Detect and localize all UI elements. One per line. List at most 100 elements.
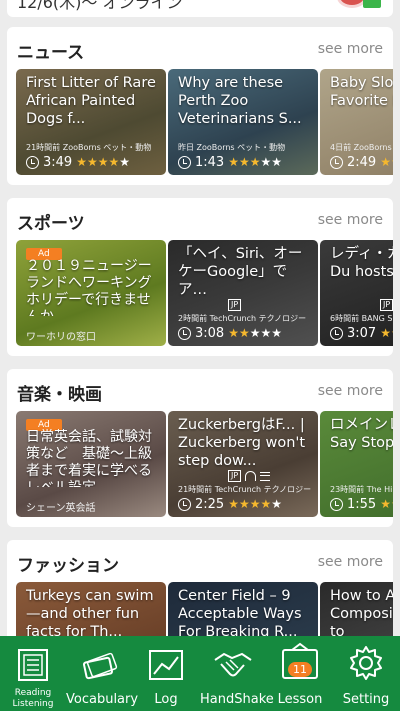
jp-translation-badge: JP xyxy=(228,299,242,311)
star-filled-icon: ★ xyxy=(380,497,391,511)
tab-label: Reading Listening xyxy=(12,688,54,709)
star-filled-icon: ★ xyxy=(391,326,393,340)
card-title: ZuckerbergはF... | Zuckerberg won't step … xyxy=(178,417,306,469)
category-section: 音楽・映画 see more Ad 日常英会話、試験対策など 基礎〜上級者まで着実に学… xyxy=(7,369,393,527)
tab-reading-listening[interactable]: Reading Listening xyxy=(0,636,66,711)
bottom-tab-bar: Reading Listening Vocabulary Log HandSha… xyxy=(0,636,400,711)
feature-badges: JP xyxy=(228,299,242,311)
jp-translation-badge: JP xyxy=(380,299,393,311)
star-rating: ★★★★★ xyxy=(380,497,393,511)
duration: 2:49 xyxy=(347,154,377,170)
section-title: ニュース xyxy=(17,43,85,63)
card-title: Center Field – 9 Acceptable Ways For Bre… xyxy=(178,588,302,640)
tab-label: Lesson xyxy=(277,692,323,707)
star-filled-icon: ★ xyxy=(228,497,239,511)
card-stats: 3:07★★★★★ xyxy=(330,325,393,341)
tab-vocabulary[interactable]: Vocabulary xyxy=(66,636,139,711)
clock-icon xyxy=(178,155,191,169)
clock-icon xyxy=(330,326,343,340)
star-empty-icon: ★ xyxy=(271,326,283,340)
article-card[interactable]: Turkeys can swim—and other fun facts for… xyxy=(16,582,166,642)
star-filled-icon: ★ xyxy=(249,155,261,169)
star-filled-icon: ★ xyxy=(228,155,239,169)
card-title: 日常英会話、試験対策など 基礎〜上級者まで着実に学べるレベル設定 xyxy=(26,429,152,487)
ad-card[interactable]: Ad２０１９ニュージーランドへワーキングホリデーで行きませんかワーホリの窓口 xyxy=(16,240,166,346)
card-stats: 1:43 ★★★★★ xyxy=(178,154,282,170)
tab-label: Vocabulary xyxy=(66,692,139,707)
tab-handshake[interactable]: HandShake xyxy=(200,636,274,711)
card-title: Why are these Perth Zoo Veterinarians S.… xyxy=(178,75,302,127)
section-title: ファッション xyxy=(17,556,119,576)
star-filled-icon: ★ xyxy=(391,497,393,511)
previous-section-card: 12/6(木)〜 オンライン xyxy=(7,0,393,17)
card-meta: 昨日 ZooBorns ペット・動物 xyxy=(178,143,286,152)
card-title: How to Ap Composit Theory to xyxy=(330,588,393,640)
star-rating: ★★★★★ xyxy=(228,497,282,511)
category-section: スポーツ see more Ad ２０１９ニュージーランドへワーキングホリデーで行きま… xyxy=(7,198,393,356)
transcript-icon xyxy=(260,471,271,481)
card-meta: 6時間前 BANG Showbiz xyxy=(330,314,393,323)
book-icon xyxy=(18,649,48,681)
tab-label: HandShake xyxy=(200,692,274,707)
article-card[interactable]: Baby Sloth Favorite E... 4日前 ZooBorns 2:49… xyxy=(320,69,393,175)
see-more-link[interactable]: see more xyxy=(318,383,383,399)
tab-label: Setting xyxy=(342,692,390,707)
star-empty-icon: ★ xyxy=(271,497,283,511)
tab-log[interactable]: Log xyxy=(133,636,199,711)
clock-icon xyxy=(178,497,191,511)
star-empty-icon: ★ xyxy=(271,155,283,169)
article-card[interactable]: First Litter of Rare African Painted Dog… xyxy=(16,69,166,175)
card-title: レディ・ガガ、Lena Du hosts pod xyxy=(330,246,393,280)
tab-lesson[interactable]: 11 Lesson xyxy=(267,636,333,711)
duration: 2:25 xyxy=(195,496,225,512)
clock-icon xyxy=(178,326,191,340)
card-meta: 21時間前 ZooBorns ペット・動物 xyxy=(26,143,152,152)
star-filled-icon: ★ xyxy=(260,497,272,511)
article-card[interactable]: How to Ap Composit Theory to xyxy=(320,582,393,642)
card-stats: 3:49 ★★★★★ xyxy=(26,154,130,170)
star-rating: ★★★★★ xyxy=(228,155,282,169)
card-title: Turkeys can swim—and other fun facts for… xyxy=(26,588,154,640)
card-stats: 1:55★★★★★ xyxy=(330,496,393,512)
clock-icon xyxy=(26,155,39,169)
article-card[interactable]: ZuckerbergはF... | Zuckerberg won't step … xyxy=(168,411,318,517)
handshake-icon xyxy=(214,652,252,677)
feature-badges: JP xyxy=(380,299,393,311)
headphone-icon xyxy=(245,471,257,481)
card-title: ロメインレ | CDC Say Stop Eatin xyxy=(330,417,393,451)
star-filled-icon: ★ xyxy=(380,326,391,340)
card-meta: 2時間前 TechCrunch テクノロジー xyxy=(178,314,307,323)
article-card[interactable]: レディ・ガガ、Lena Du hosts pod JP 6時間前 BANG Show… xyxy=(320,240,393,346)
star-rating: ★★★★★ xyxy=(380,326,393,340)
star-filled-icon: ★ xyxy=(76,155,87,169)
ad-sponsor: ワーホリの窓口 xyxy=(26,332,96,343)
duration: 3:07 xyxy=(347,325,377,341)
see-more-link[interactable]: see more xyxy=(318,41,383,57)
article-card[interactable]: 「ヘイ、Siri、オーケーGoogle」でア… JP 2時間前 TechCrunch… xyxy=(168,240,318,346)
card-title: 「ヘイ、Siri、オーケーGoogle」でア… xyxy=(178,246,303,298)
tab-label: Log xyxy=(154,692,178,707)
star-filled-icon: ★ xyxy=(391,155,393,169)
star-filled-icon: ★ xyxy=(249,497,261,511)
ad-card[interactable]: Ad日常英会話、試験対策など 基礎〜上級者まで着実に学べるレベル設定シェーン英会… xyxy=(16,411,166,517)
star-filled-icon: ★ xyxy=(238,155,250,169)
article-card[interactable]: ロメインレ | CDC Say Stop Eatin 23時間前 The Hi 1:… xyxy=(320,411,393,517)
star-empty-icon: ★ xyxy=(119,155,131,169)
clock-icon xyxy=(330,497,343,511)
star-filled-icon: ★ xyxy=(97,155,109,169)
see-more-link[interactable]: see more xyxy=(318,554,383,570)
article-card[interactable]: Center Field – 9 Acceptable Ways For Bre… xyxy=(168,582,318,642)
card-stats: 3:08 ★★★★★ xyxy=(178,325,282,341)
jp-translation-badge: JP xyxy=(228,470,242,482)
category-section: ニュース see more First Litter of Rare African… xyxy=(7,27,393,185)
duration: 1:43 xyxy=(195,154,225,170)
see-more-link[interactable]: see more xyxy=(318,212,383,228)
section-title: スポーツ xyxy=(17,214,85,234)
card-stats: 2:25 ★★★★★ xyxy=(178,496,282,512)
star-empty-icon: ★ xyxy=(249,326,261,340)
card-title: First Litter of Rare African Painted Dog… xyxy=(26,75,156,127)
article-card[interactable]: Why are these Perth Zoo Veterinarians S.… xyxy=(168,69,318,175)
star-rating: ★★★★★ xyxy=(380,155,393,169)
tab-setting[interactable]: Setting xyxy=(333,636,399,711)
feature-badges: JP xyxy=(228,470,271,482)
